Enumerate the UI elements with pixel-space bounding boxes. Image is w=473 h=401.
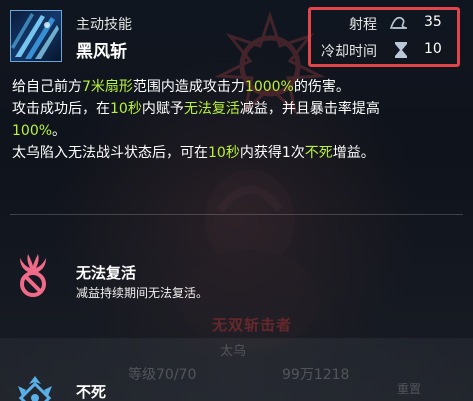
description-segment: 减益，并且暴击率提高 (239, 101, 380, 117)
range-value: 35 (424, 14, 442, 30)
description-segment: 攻击成功后，在 (12, 101, 110, 117)
description-highlight: 10秒 (208, 145, 240, 161)
skill-description: 给自己前方7米扇形范围内造成攻击力1000%的伤害。 攻击成功后，在10秒内赋予… (12, 76, 462, 164)
buff-title-undying: 不死 (76, 383, 107, 401)
skill-type-label: 主动技能 (76, 17, 132, 33)
skill-name: 黑风斩 (76, 42, 127, 62)
skill-icon (10, 10, 62, 62)
description-highlight: 100% (12, 123, 53, 139)
description-line: 太乌陷入无法战斗状态后，可在10秒内获得1次不死增益。 (12, 142, 462, 164)
background-mode-text: 重置 (397, 382, 422, 396)
description-segment: 增益。 (332, 145, 375, 161)
description-segment: 的伤害。 (293, 79, 350, 95)
description-highlight: 无法复活 (183, 101, 240, 117)
background-name-text: 太乌 (220, 344, 247, 359)
background-title-text: 无双斩击者 (212, 316, 293, 334)
description-line: 100%。 (12, 120, 462, 142)
description-segment: 给自己前方 (12, 79, 82, 95)
hourglass-icon (395, 42, 407, 58)
description-segment: 范围内造成攻击力 (132, 79, 245, 95)
description-segment: 内获得1次 (239, 145, 305, 161)
description-highlight: 10秒 (110, 101, 142, 117)
description-line: 攻击成功后，在10秒内赋予无法复活减益，并且暴击率提高 (12, 98, 462, 120)
description-highlight: 7米扇形 (82, 79, 133, 95)
background-level-text: 等级70/70 (128, 367, 197, 383)
cooldown-label: 冷却时间 (321, 44, 377, 60)
description-highlight: 1000% (244, 79, 294, 95)
cooldown-value: 10 (424, 41, 442, 57)
description-highlight: 不死 (304, 145, 333, 161)
buff-title-no-revive: 无法复活 (76, 264, 137, 282)
description-segment: 太乌陷入无法战斗状态后，可在 (12, 145, 208, 161)
skill-tooltip-panel: 无双斩击者 太乌 等级70/70 99万1218 重置 主动技能 黑风斩 射程 … (0, 0, 473, 401)
background-power-text: 99万1218 (282, 367, 350, 383)
section-divider (10, 214, 463, 215)
range-icon (389, 16, 407, 29)
buff-desc-no-revive: 减益持续期间无法复活。 (76, 286, 209, 300)
black-wind-slash-icon (11, 13, 59, 59)
no-revive-icon (20, 254, 46, 297)
description-segment: 。 (52, 123, 67, 139)
description-segment: 内赋予 (141, 101, 184, 117)
description-line: 给自己前方7米扇形范围内造成攻击力1000%的伤害。 (12, 76, 462, 98)
undying-icon (18, 376, 52, 401)
range-label: 射程 (349, 17, 377, 33)
